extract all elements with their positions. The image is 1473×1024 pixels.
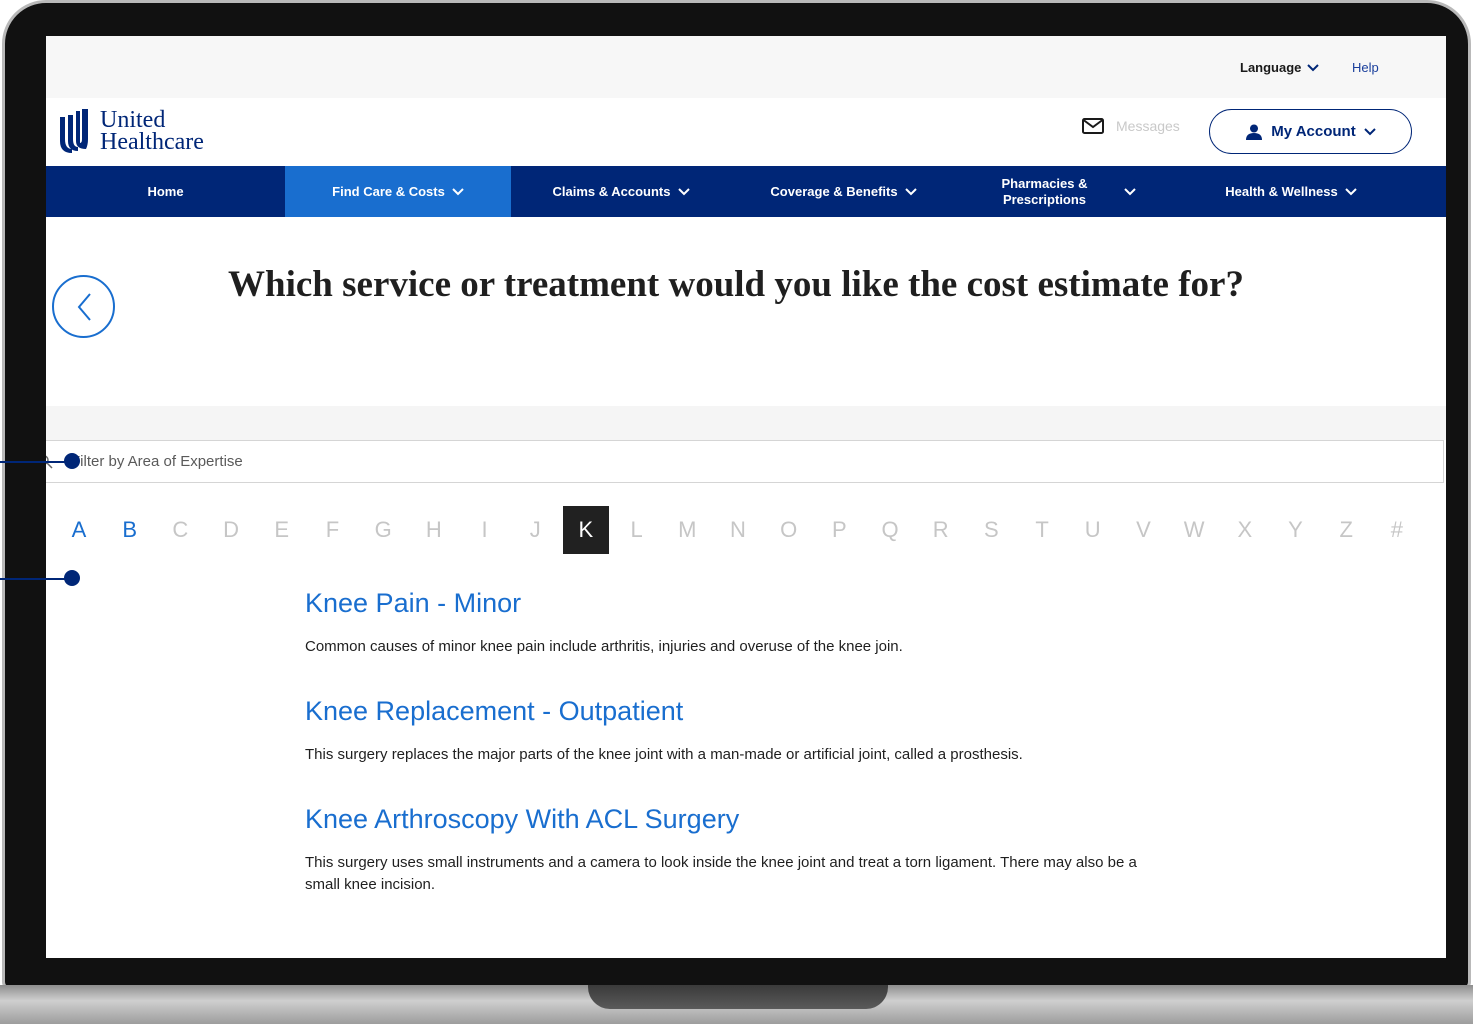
nav-item-label-line-2: Prescriptions [1002, 191, 1087, 207]
messages-link[interactable]: Messages [1082, 118, 1180, 134]
nav-item-label-line-1: Pharmacies & [1001, 175, 1088, 191]
letter-j[interactable]: J [512, 506, 558, 554]
utility-bar: Language Help [46, 36, 1446, 98]
language-selector[interactable]: Language [1240, 60, 1320, 75]
letter-b[interactable]: B [107, 506, 153, 554]
unitedhealthcare-logo[interactable]: United Healthcare [58, 105, 204, 157]
nav-item-find-care-costs[interactable]: Find Care & Costs [285, 166, 511, 217]
logo-line-1: United [100, 107, 166, 133]
callout-line [0, 461, 72, 463]
letter-v[interactable]: V [1120, 506, 1166, 554]
back-button[interactable] [52, 275, 115, 338]
list-item: Knee Pain - Minor Common causes of minor… [305, 584, 1165, 658]
list-item: Knee Arthroscopy With ACL Surgery This s… [305, 800, 1165, 896]
letter-hash[interactable]: # [1374, 506, 1420, 554]
nav-item-claims-accounts[interactable]: Claims & Accounts [511, 166, 731, 217]
my-account-label: My Account [1271, 123, 1356, 140]
nav-item-health-wellness[interactable]: Health & Wellness [1181, 166, 1401, 217]
alphabet-filter: A B C D E F G H I J K L M N O P Q R S T U V W X Y Z # [56, 506, 1425, 554]
chevron-down-icon [1123, 187, 1136, 195]
result-description: Common causes of minor knee pain include… [305, 638, 903, 655]
result-description: This surgery replaces the major parts of… [305, 746, 1023, 763]
letter-z[interactable]: Z [1323, 506, 1369, 554]
logo-line-2: Healthcare [100, 129, 204, 155]
letter-x[interactable]: X [1222, 506, 1268, 554]
my-account-button[interactable]: My Account [1209, 109, 1412, 154]
letter-g[interactable]: G [360, 506, 406, 554]
browser-screen: Language Help United Healthcare Messages [46, 36, 1446, 958]
envelope-icon [1082, 118, 1104, 134]
chevron-down-icon [452, 187, 464, 195]
chevron-down-icon [1307, 63, 1320, 71]
letter-t[interactable]: T [1019, 506, 1065, 554]
result-title-link[interactable]: Knee Arthroscopy With ACL Surgery [305, 800, 1165, 838]
callout-dot [64, 453, 80, 469]
letter-c[interactable]: C [157, 506, 203, 554]
list-item: Knee Replacement - Outpatient This surge… [305, 692, 1165, 766]
chevron-left-icon [77, 292, 91, 321]
site-header: United Healthcare Messages My Account [46, 98, 1446, 166]
main-nav: Home Find Care & Costs Claims & Accounts… [46, 166, 1446, 217]
result-title-link[interactable]: Knee Pain - Minor [305, 584, 1165, 622]
letter-o[interactable]: O [766, 506, 812, 554]
user-icon [1246, 124, 1263, 140]
letter-q[interactable]: Q [867, 506, 913, 554]
chevron-down-icon [677, 187, 690, 195]
nav-item-coverage-benefits[interactable]: Coverage & Benefits [731, 166, 956, 217]
nav-item-label: Find Care & Costs [332, 184, 445, 199]
letter-i[interactable]: I [462, 506, 508, 554]
filter-field [46, 440, 1444, 483]
chevron-down-icon [1364, 127, 1376, 135]
logo-wordmark: United Healthcare [100, 107, 204, 155]
letter-a[interactable]: A [56, 506, 102, 554]
letter-w[interactable]: W [1171, 506, 1217, 554]
nav-item-label: Claims & Accounts [552, 184, 671, 199]
uhc-logo-icon [60, 109, 88, 153]
nav-item-pharmacies-prescriptions[interactable]: Pharmacies & Prescriptions [956, 166, 1181, 217]
chevron-down-icon [1345, 187, 1357, 195]
nav-item-label: Coverage & Benefits [770, 184, 898, 199]
result-title-link[interactable]: Knee Replacement - Outpatient [305, 692, 1165, 730]
laptop-notch [588, 985, 888, 1009]
letter-u[interactable]: U [1070, 506, 1116, 554]
nav-item-label: Pharmacies & Prescriptions [1002, 176, 1088, 208]
letter-p[interactable]: P [816, 506, 862, 554]
letter-r[interactable]: R [918, 506, 964, 554]
letter-s[interactable]: S [968, 506, 1014, 554]
callout-dot [64, 570, 80, 586]
messages-label: Messages [1116, 118, 1180, 134]
results-list: Knee Pain - Minor Common causes of minor… [305, 584, 1165, 930]
chevron-down-icon [904, 187, 917, 195]
filter-band [46, 406, 1446, 440]
letter-h[interactable]: H [411, 506, 457, 554]
letter-d[interactable]: D [208, 506, 254, 554]
letter-l[interactable]: L [614, 506, 660, 554]
nav-item-label: Health & Wellness [1225, 184, 1338, 199]
nav-item-label: Home [147, 184, 184, 199]
letter-k[interactable]: K [562, 506, 609, 554]
letter-y[interactable]: Y [1273, 506, 1319, 554]
page-title: Which service or treatment would you lik… [228, 264, 1244, 305]
callout-line [0, 578, 72, 580]
filter-input[interactable] [71, 441, 1431, 482]
letter-n[interactable]: N [715, 506, 761, 554]
nav-item-home[interactable]: Home [46, 166, 285, 217]
letter-f[interactable]: F [309, 506, 355, 554]
language-label: Language [1240, 60, 1302, 75]
letter-m[interactable]: M [664, 506, 710, 554]
letter-e[interactable]: E [259, 506, 305, 554]
result-description: This surgery uses small instruments and … [305, 854, 1137, 893]
help-link[interactable]: Help [1352, 60, 1379, 75]
